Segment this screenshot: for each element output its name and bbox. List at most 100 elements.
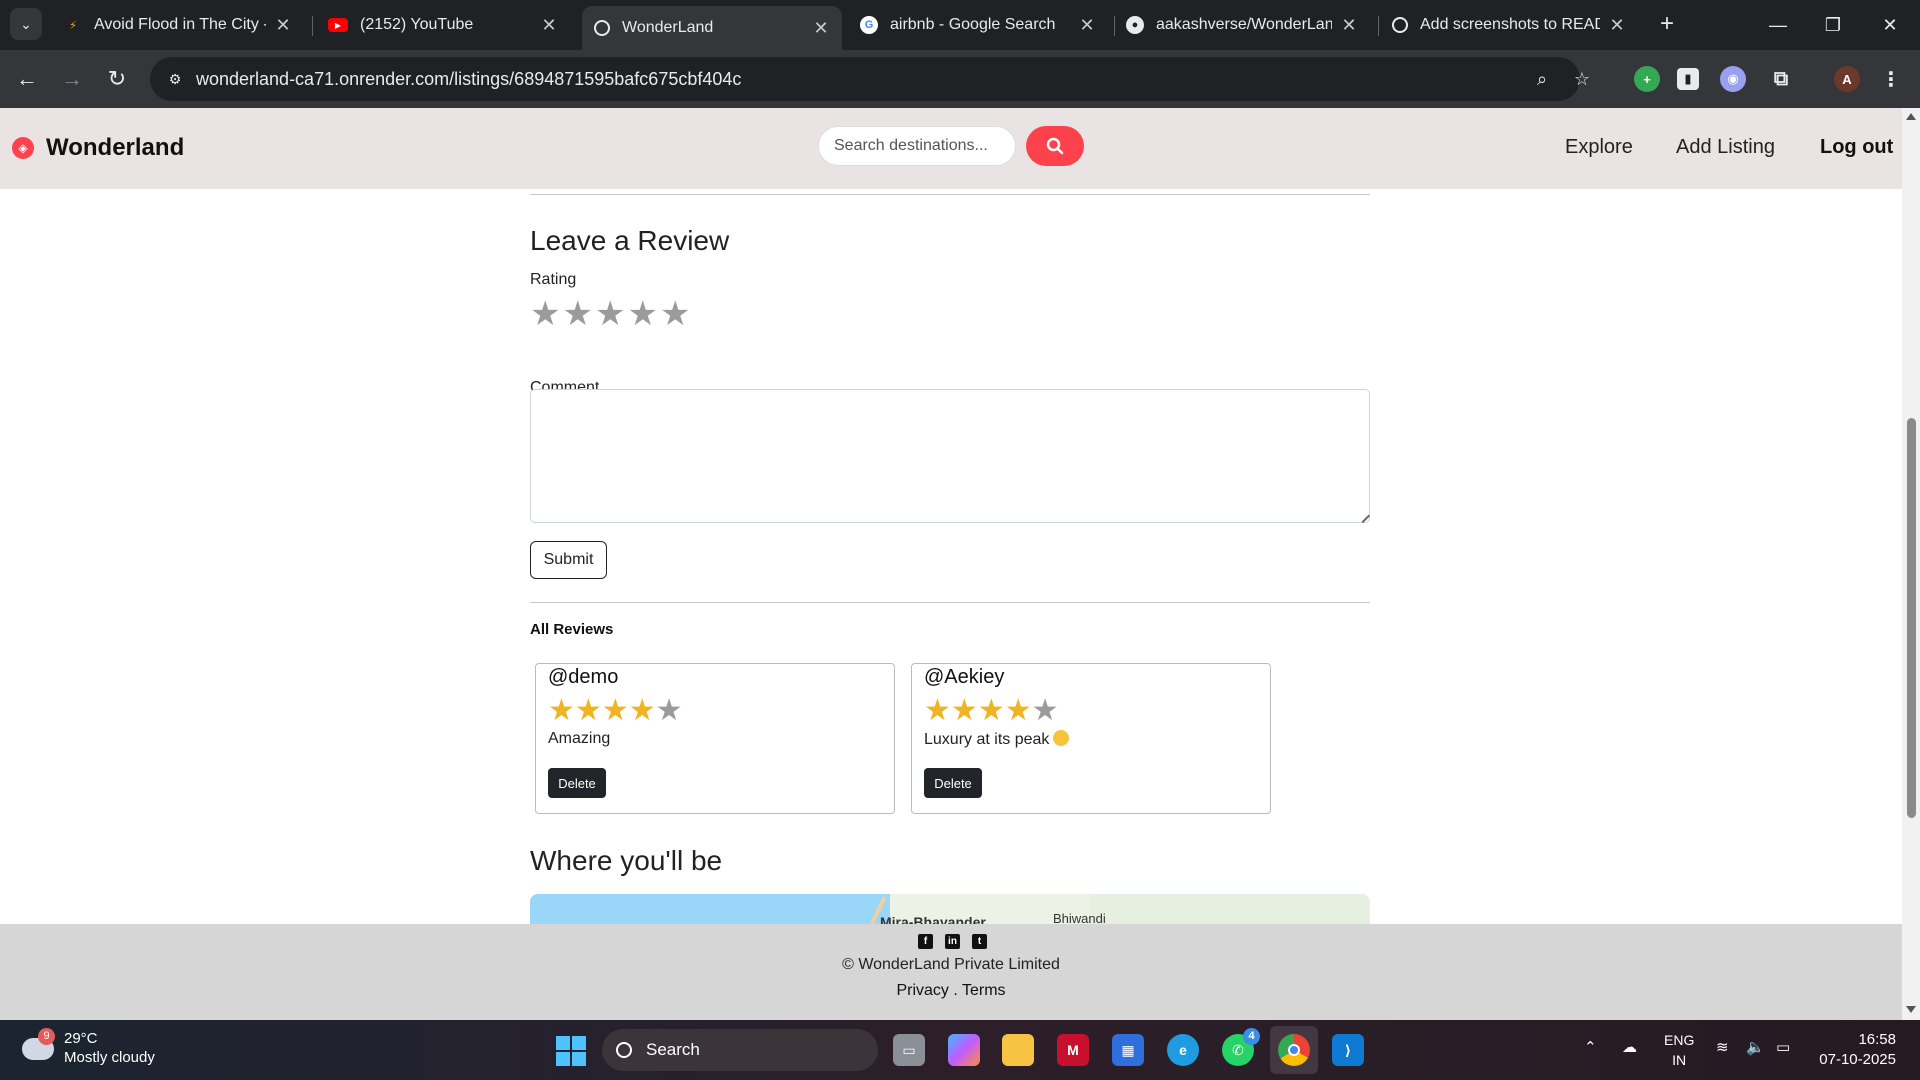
tab-title: (2152) YouTube (360, 16, 474, 33)
zoom-icon[interactable]: ⌕ (1530, 67, 1554, 91)
close-icon[interactable]: ✕ (274, 15, 292, 36)
page-scrollbar[interactable] (1902, 108, 1920, 1020)
terms-link[interactable]: Terms (962, 982, 1006, 999)
profile-extension-icon[interactable]: ◉ (1720, 66, 1746, 92)
bookmark-star-icon[interactable]: ☆ (1570, 67, 1594, 91)
footer-links: Privacy . Terms (0, 982, 1902, 1000)
scroll-up-arrow-icon[interactable] (1906, 113, 1916, 120)
reload-icon[interactable]: ↻ (102, 64, 132, 94)
star-icon[interactable]: ★ (660, 297, 690, 331)
restore-icon[interactable]: ❐ (1813, 8, 1853, 42)
address-bar[interactable]: ⚙ wonderland-ca71.onrender.com/listings/… (150, 57, 1590, 101)
close-icon[interactable]: ✕ (1340, 15, 1358, 36)
tab-youtube[interactable]: ▶ (2152) YouTube ✕ (316, 6, 570, 44)
language-indicator[interactable]: ENG IN (1664, 1030, 1694, 1070)
taskbar-search-label: Search (646, 1040, 700, 1059)
nav-add-listing-link[interactable]: Add Listing (1676, 136, 1775, 159)
facebook-icon[interactable]: f (918, 934, 933, 949)
minimize-icon[interactable]: — (1758, 8, 1798, 42)
comment-textarea[interactable] (530, 389, 1370, 523)
weather-badge: 9 (38, 1028, 55, 1045)
grinning-emoji-icon (1053, 730, 1070, 746)
forward-arrow-icon[interactable]: → (57, 64, 87, 94)
star-filled-icon: ★ (601, 694, 629, 727)
star-filled-icon: ★ (574, 694, 602, 727)
tab-wonderland[interactable]: WonderLand ✕ (582, 6, 842, 50)
delete-review-button[interactable]: Delete (924, 768, 982, 798)
date: 07-10-2025 (1819, 1051, 1896, 1068)
close-icon[interactable]: ✕ (812, 18, 830, 39)
close-icon[interactable]: ✕ (540, 15, 558, 36)
site-navbar: ◈ Wonderland Explore Add Listing Log out (0, 108, 1902, 189)
edge-icon[interactable]: e (1167, 1034, 1199, 1066)
windows-start-icon[interactable] (556, 1036, 586, 1066)
delete-review-button[interactable]: Delete (548, 768, 606, 798)
tab-title: WonderLand (622, 19, 714, 36)
search-button[interactable] (1026, 126, 1084, 166)
tab-google-search[interactable]: G airbnb - Google Search ✕ (848, 6, 1108, 44)
nav-logout-link[interactable]: Log out (1820, 136, 1893, 159)
microsoft-store-icon[interactable]: ▦ (1112, 1034, 1144, 1066)
page-viewport: ◈ Wonderland Explore Add Listing Log out… (0, 108, 1902, 1020)
profile-avatar[interactable]: A (1834, 66, 1860, 92)
extension-chart-icon[interactable]: ▮ (1677, 68, 1699, 90)
vscode-icon[interactable]: ⟩ (1332, 1034, 1364, 1066)
linkedin-icon[interactable]: in (945, 934, 960, 949)
search-input[interactable] (818, 126, 1016, 166)
star-filled-icon: ★ (924, 694, 951, 727)
star-filled-icon: ★ (548, 694, 575, 727)
chrome-taskbar-button[interactable] (1270, 1026, 1318, 1074)
brand-link[interactable]: ◈ Wonderland (12, 134, 184, 162)
rating-input[interactable]: ★ ★ ★ ★ ★ (530, 297, 692, 331)
taskbar-search[interactable]: Search (602, 1029, 878, 1071)
scrollbar-thumb[interactable] (1907, 418, 1916, 818)
new-tab-plus-icon[interactable]: + (1653, 10, 1681, 38)
star-icon[interactable]: ★ (595, 297, 625, 331)
weather-description: Mostly cloudy (64, 1049, 155, 1066)
google-icon: G (860, 16, 878, 34)
onedrive-icon[interactable]: ☁ (1622, 1038, 1637, 1056)
openai-icon (1392, 17, 1408, 33)
close-icon[interactable]: ✕ (1608, 15, 1626, 36)
tab-github[interactable]: ● aakashverse/WonderLand: ✕ (1114, 6, 1370, 44)
menu-kebab-icon[interactable]: ⋮ (1878, 66, 1904, 92)
file-explorer-icon[interactable] (1002, 1034, 1034, 1066)
back-arrow-icon[interactable]: ← (12, 64, 42, 94)
tab-avoid-flood[interactable]: ⚡ Avoid Flood in The City - L ✕ (52, 6, 304, 44)
tab-search-button[interactable]: ⌄ (10, 8, 42, 40)
scroll-down-arrow-icon[interactable] (1906, 1006, 1916, 1013)
extensions-puzzle-icon[interactable]: ⧉ (1768, 66, 1794, 92)
whatsapp-icon[interactable]: ✆ 4 (1222, 1028, 1260, 1066)
extension-plus-icon[interactable]: + (1634, 66, 1660, 92)
star-icon[interactable]: ★ (627, 297, 657, 331)
tab-chatgpt[interactable]: Add screenshots to READM ✕ (1380, 6, 1638, 44)
star-filled-icon: ★ (950, 694, 978, 727)
mcafee-icon[interactable]: M (1057, 1034, 1089, 1066)
copilot-icon[interactable] (948, 1034, 980, 1066)
star-icon[interactable]: ★ (562, 297, 592, 331)
leave-review-heading: Leave a Review (530, 225, 730, 256)
volume-icon[interactable]: 🔈 (1746, 1038, 1765, 1056)
task-view-icon[interactable]: ▭ (893, 1034, 925, 1066)
tab-separator (1378, 16, 1379, 36)
site-footer: f in t © WonderLand Private Limited Priv… (0, 924, 1902, 1020)
wifi-icon[interactable]: ≋ (1716, 1038, 1729, 1056)
submit-button[interactable]: Submit (530, 541, 607, 579)
url-text[interactable]: wonderland-ca71.onrender.com/listings/68… (196, 69, 741, 90)
nav-explore-link[interactable]: Explore (1565, 136, 1633, 159)
system-clock[interactable]: 16:58 07-10-2025 (1806, 1030, 1896, 1070)
twitter-icon[interactable]: t (972, 934, 987, 949)
star-icon[interactable]: ★ (530, 297, 560, 331)
weather-widget[interactable]: 9 29°C Mostly cloudy (22, 1028, 155, 1068)
close-icon[interactable]: ✕ (1078, 15, 1096, 36)
privacy-link[interactable]: Privacy (896, 982, 948, 999)
close-window-icon[interactable]: ✕ (1870, 8, 1910, 42)
site-info-icon[interactable]: ⚙ (164, 68, 186, 90)
tab-separator (312, 16, 313, 36)
star-empty-icon: ★ (1031, 694, 1059, 727)
tab-title: Add screenshots to READM (1420, 16, 1600, 33)
compass-icon: ◈ (12, 137, 34, 159)
show-hidden-icons-chevron-icon[interactable]: ⌃ (1584, 1038, 1597, 1056)
battery-icon[interactable]: ▭ (1776, 1038, 1790, 1056)
globe-icon (594, 20, 610, 36)
